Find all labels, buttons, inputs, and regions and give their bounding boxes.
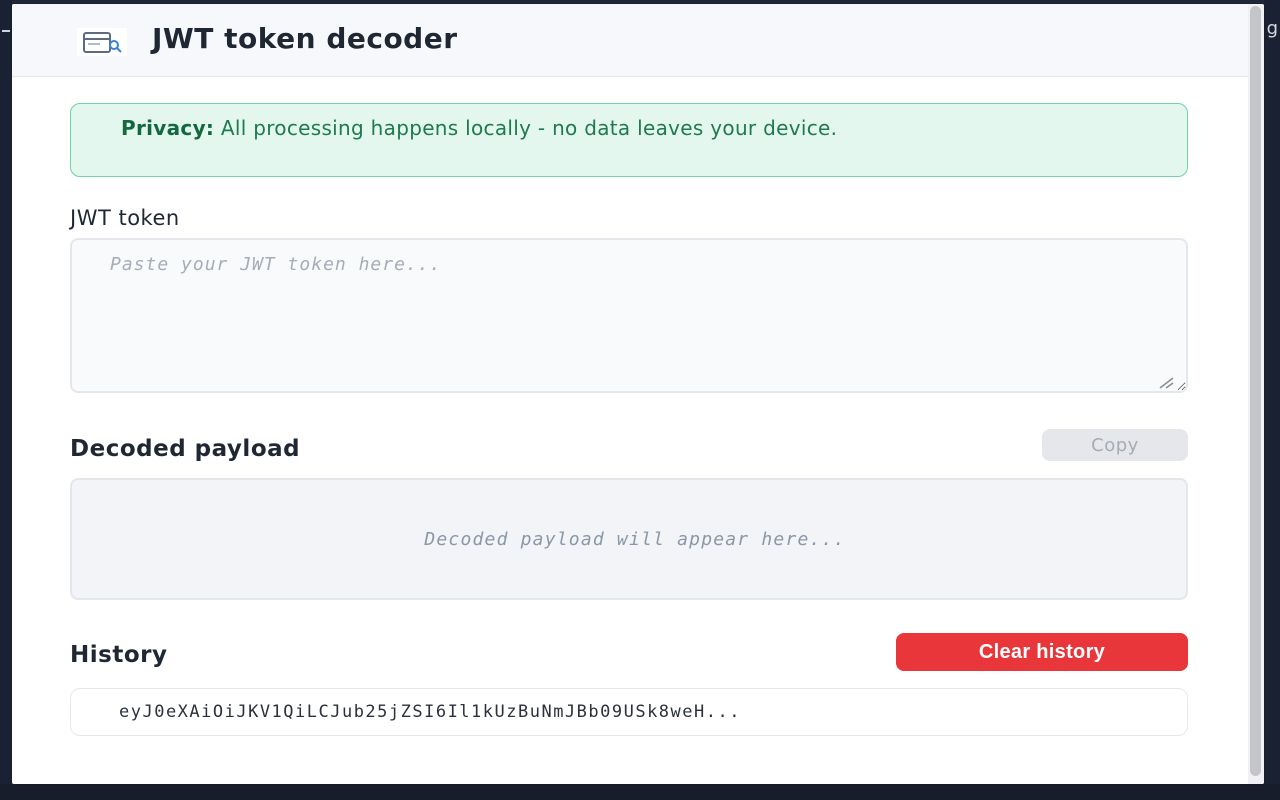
background-edge-text: g [1266,18,1278,39]
jwt-document-search-icon [76,28,128,56]
history-label: History [70,642,168,668]
background-bottom-band [0,784,1280,800]
extension-popup: JWT token decoder Privacy: All processin… [12,4,1264,784]
history-item[interactable]: eyJ0eXAiOiJKV1QiLCJub25jZSI6Il1kUzBuNmJB… [70,688,1188,736]
page-title: JWT token decoder [152,22,458,55]
privacy-label: Privacy: [121,116,215,140]
background-dash [2,30,10,32]
payload-placeholder: Decoded payload will appear here... [424,528,846,550]
clear-history-button[interactable]: Clear history [896,633,1188,671]
copy-button[interactable]: Copy [1042,429,1188,461]
privacy-notice: Privacy: All processing happens locally … [70,103,1188,177]
decoded-payload-label: Decoded payload [70,436,301,462]
scrollbar[interactable] [1248,4,1264,784]
jwt-token-label: JWT token [70,206,180,230]
background-window-right: g [1264,0,1280,800]
background-window-left [0,0,12,800]
scrollbar-thumb[interactable] [1250,6,1261,776]
popup-header: JWT token decoder [12,4,1248,77]
resize-grip-icon[interactable] [1156,374,1174,389]
privacy-message: All processing happens locally - no data… [220,116,838,140]
decoded-payload-output: Decoded payload will appear here... [70,478,1188,600]
jwt-token-input[interactable] [70,238,1188,393]
